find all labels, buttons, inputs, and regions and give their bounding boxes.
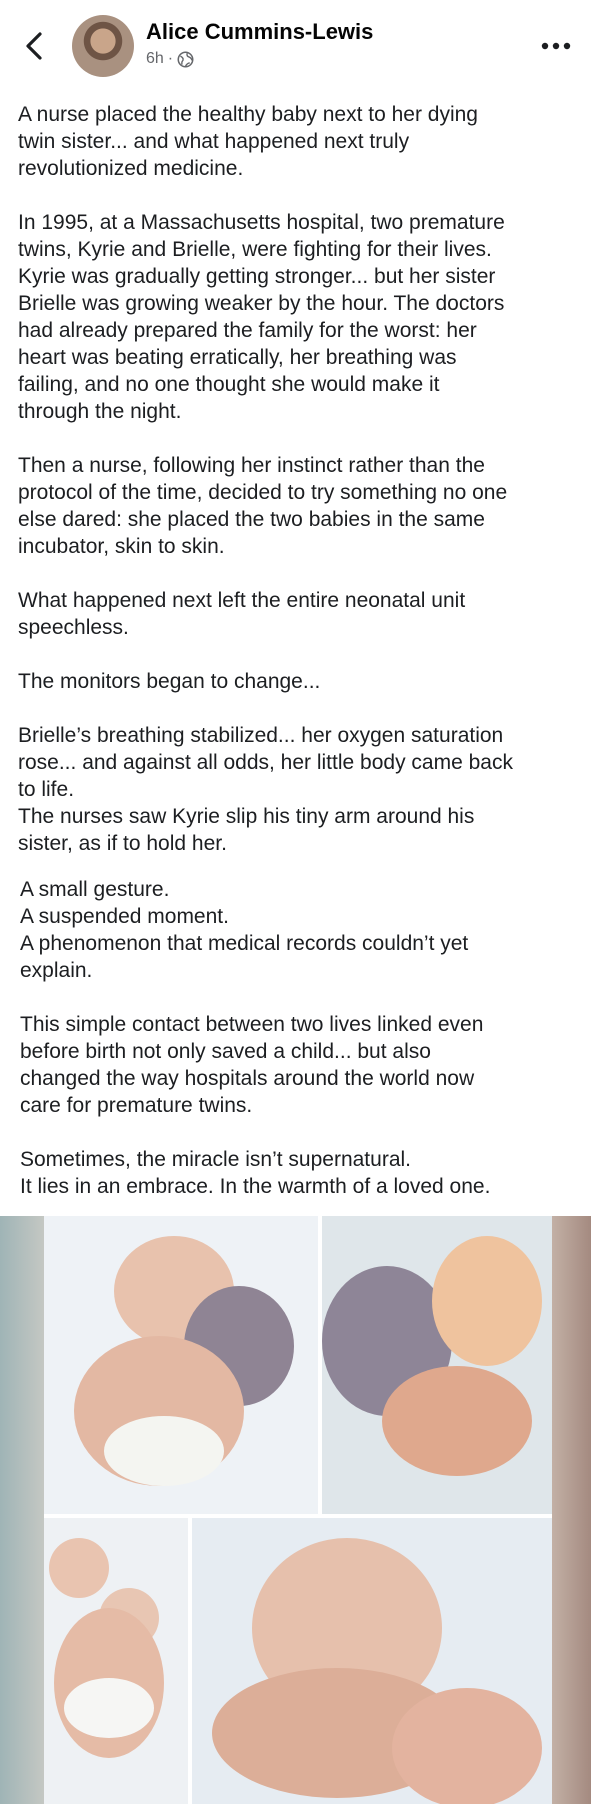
avatar[interactable] — [72, 15, 134, 77]
post-body-continued: A small gesture. A suspended moment. A p… — [20, 876, 580, 1200]
meta-separator: · — [167, 50, 174, 67]
post-time[interactable]: 6h — [146, 50, 164, 68]
photo-tile — [192, 1518, 552, 1804]
globe-icon — [177, 51, 194, 67]
post-paragraph: A small gesture. A suspended moment. A p… — [20, 878, 469, 982]
photo-tile — [322, 1216, 552, 1514]
post-paragraph: Sometimes, the miracle isn’t supernatura… — [20, 1148, 491, 1198]
post-paragraph: Then a nurse, following her instinct rat… — [18, 454, 508, 558]
photo-tile — [44, 1216, 318, 1514]
post-paragraph: This simple contact between two lives li… — [20, 1013, 484, 1117]
chevron-left-icon — [26, 32, 42, 60]
more-horizontal-icon — [541, 42, 571, 50]
post-photo[interactable] — [0, 1216, 591, 1804]
post-paragraph: What happened next left the entire neona… — [18, 589, 466, 639]
post-paragraph: Brielle’s breathing stabilized... her ox… — [18, 724, 513, 855]
post-paragraph: A nurse placed the healthy baby next to … — [18, 103, 478, 180]
post-meta: 6h · — [146, 50, 194, 68]
post-paragraph: In 1995, at a Massachusetts hospital, tw… — [18, 211, 505, 423]
post-header: Alice Cummins-Lewis 6h · — [0, 0, 591, 96]
post-body: A nurse placed the healthy baby next to … — [18, 101, 578, 857]
post-paragraph: The monitors began to change... — [18, 670, 321, 693]
more-options-button[interactable] — [536, 30, 576, 62]
photo-tile — [44, 1518, 188, 1804]
author-name[interactable]: Alice Cummins-Lewis — [146, 19, 373, 45]
photo-collage — [44, 1216, 552, 1804]
back-button[interactable] — [18, 26, 50, 66]
